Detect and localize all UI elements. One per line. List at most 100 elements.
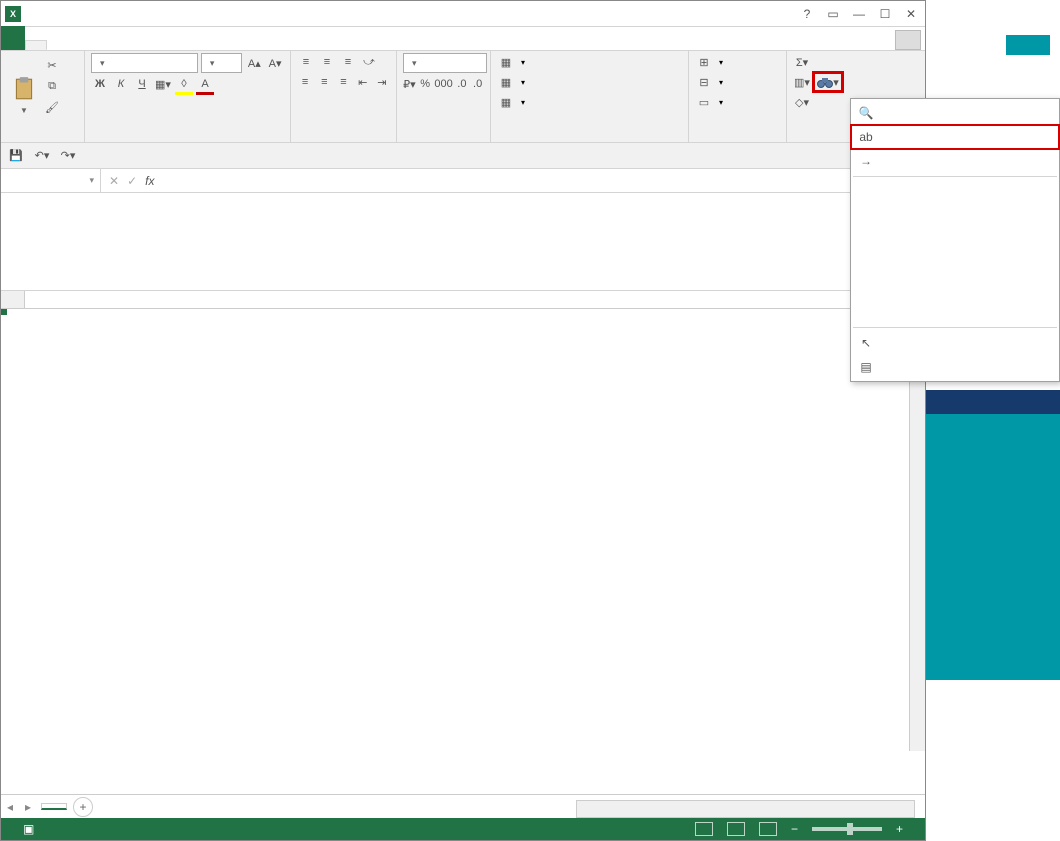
cursor-icon: ↖ xyxy=(857,335,875,351)
excel-icon: X xyxy=(5,6,21,22)
comma-icon[interactable]: 000 xyxy=(435,75,453,93)
indent-decrease-icon[interactable]: ⇤ xyxy=(355,73,371,91)
font-size-combo[interactable]: ▾ xyxy=(201,53,243,73)
ribbon: ▼ ✂ ⧉ 🖌 ▾ ▾ A▴ A▾ Ж К xyxy=(1,51,925,143)
name-box[interactable]: ▾ xyxy=(1,169,101,192)
view-page-layout-icon[interactable] xyxy=(727,822,745,836)
currency-icon[interactable]: ₽▾ xyxy=(403,75,416,93)
view-page-break-icon[interactable] xyxy=(759,822,777,836)
save-icon[interactable]: 💾 xyxy=(7,147,25,165)
menu-constants[interactable] xyxy=(851,276,1059,300)
align-top-icon[interactable]: ≡ xyxy=(297,53,315,71)
increase-decimal-icon[interactable]: .0 xyxy=(456,75,469,93)
cut-icon[interactable]: ✂ xyxy=(43,56,61,74)
account-icon[interactable] xyxy=(895,30,921,50)
status-bar: ▣ − + xyxy=(1,818,925,840)
font-color-button[interactable]: A xyxy=(196,75,214,93)
tab-review[interactable] xyxy=(127,42,147,50)
tab-developer[interactable] xyxy=(167,42,187,50)
font-name-combo[interactable]: ▾ xyxy=(91,53,198,73)
ribbon-options-icon[interactable]: ▭ xyxy=(823,5,843,23)
macro-record-icon[interactable]: ▣ xyxy=(23,822,34,836)
horizontal-scrollbar[interactable] xyxy=(576,800,915,818)
format-painter-icon[interactable]: 🖌 xyxy=(43,98,61,116)
conditional-formatting-button[interactable]: ▦▾ xyxy=(497,53,682,71)
autosum-icon[interactable]: Σ▾ xyxy=(793,53,811,71)
maximize-icon[interactable]: ☐ xyxy=(875,5,895,23)
format-cells-button[interactable]: ▭▾ xyxy=(695,93,780,111)
enter-formula-icon[interactable]: ✓ xyxy=(127,174,137,188)
zoom-out-icon[interactable]: − xyxy=(791,822,798,836)
tab-file[interactable] xyxy=(1,26,25,50)
menu-conditional-formatting[interactable] xyxy=(851,252,1059,276)
cell-styles-button[interactable]: ▦▾ xyxy=(497,93,682,111)
menu-comments[interactable] xyxy=(851,228,1059,252)
bold-button[interactable]: Ж xyxy=(91,75,109,93)
menu-goto[interactable]: → xyxy=(851,149,1059,173)
align-bottom-icon[interactable]: ≡ xyxy=(339,53,357,71)
menu-formulas[interactable] xyxy=(851,204,1059,228)
group-styles-label xyxy=(497,138,682,142)
add-sheet-button[interactable]: + xyxy=(73,797,93,817)
align-right-icon[interactable]: ≡ xyxy=(335,73,351,91)
menu-find[interactable]: 🔍 xyxy=(851,101,1059,125)
fill-color-button[interactable]: ◊ xyxy=(175,75,193,93)
group-clipboard-label xyxy=(7,138,78,142)
find-select-menu: 🔍 ab → ↖ ▤ xyxy=(850,98,1060,382)
find-select-button[interactable]: ▾ xyxy=(814,73,842,91)
undo-icon[interactable]: ↶▾ xyxy=(33,147,51,165)
orientation-icon[interactable]: ⤻ xyxy=(360,53,378,71)
close-icon[interactable]: ✕ xyxy=(901,5,921,23)
indent-increase-icon[interactable]: ⇥ xyxy=(374,73,390,91)
tab-view[interactable] xyxy=(147,42,167,50)
percent-icon[interactable]: % xyxy=(419,75,432,93)
underline-button[interactable]: Ч xyxy=(133,75,151,93)
align-middle-icon[interactable]: ≡ xyxy=(318,53,336,71)
sheet-nav-next[interactable]: ▸ xyxy=(19,800,37,814)
binoculars-icon: 🔍 xyxy=(857,105,875,121)
title-bar: X ? ▭ — ☐ ✕ xyxy=(1,1,925,27)
sheet-nav-prev[interactable]: ◂ xyxy=(1,800,19,814)
view-normal-icon[interactable] xyxy=(695,822,713,836)
clear-icon[interactable]: ◇▾ xyxy=(793,93,811,111)
find-button-web[interactable] xyxy=(1006,35,1050,55)
menu-selection-pane[interactable]: ▤ xyxy=(851,355,1059,379)
menu-data-validation[interactable] xyxy=(851,300,1059,324)
align-center-icon[interactable]: ≡ xyxy=(316,73,332,91)
number-format-combo[interactable]: ▾ xyxy=(403,53,487,73)
decrease-decimal-icon[interactable]: .0 xyxy=(471,75,484,93)
italic-button[interactable]: К xyxy=(112,75,130,93)
increase-font-icon[interactable]: A▴ xyxy=(245,54,263,72)
zoom-slider[interactable] xyxy=(812,827,882,831)
paste-button[interactable]: ▼ xyxy=(7,53,41,138)
binoculars-icon xyxy=(817,75,833,89)
align-left-icon[interactable]: ≡ xyxy=(297,73,313,91)
tab-insert[interactable] xyxy=(47,42,67,50)
menu-select-objects[interactable]: ↖ xyxy=(851,331,1059,355)
help-icon[interactable]: ? xyxy=(797,5,817,23)
minimize-icon[interactable]: — xyxy=(849,5,869,23)
border-button[interactable]: ▦▾ xyxy=(154,75,172,93)
select-all-corner[interactable] xyxy=(1,291,25,308)
delete-cells-button[interactable]: ⊟▾ xyxy=(695,73,780,91)
fx-icon[interactable]: fx xyxy=(145,174,154,188)
group-editing-label xyxy=(793,138,853,142)
sheet-tab[interactable] xyxy=(41,803,67,810)
format-as-table-button[interactable]: ▦▾ xyxy=(497,73,682,91)
tab-page-layout[interactable] xyxy=(67,42,87,50)
insert-cells-button[interactable]: ⊞▾ xyxy=(695,53,780,71)
tab-home[interactable] xyxy=(25,40,47,50)
cancel-formula-icon[interactable]: ✕ xyxy=(109,174,119,188)
decrease-font-icon[interactable]: A▾ xyxy=(266,54,284,72)
formula-bar: ▾ ✕ ✓ fx xyxy=(1,169,925,193)
menu-goto-special[interactable] xyxy=(851,180,1059,204)
worksheet-grid[interactable] xyxy=(1,291,925,751)
tab-formulas[interactable] xyxy=(87,42,107,50)
zoom-in-icon[interactable]: + xyxy=(896,822,903,836)
copy-icon[interactable]: ⧉ xyxy=(43,77,61,95)
tab-data[interactable] xyxy=(107,42,127,50)
redo-icon[interactable]: ↷▾ xyxy=(59,147,77,165)
menu-replace[interactable]: ab xyxy=(851,125,1059,149)
signup-button[interactable] xyxy=(926,390,1060,414)
fill-icon[interactable]: ▥▾ xyxy=(793,73,811,91)
